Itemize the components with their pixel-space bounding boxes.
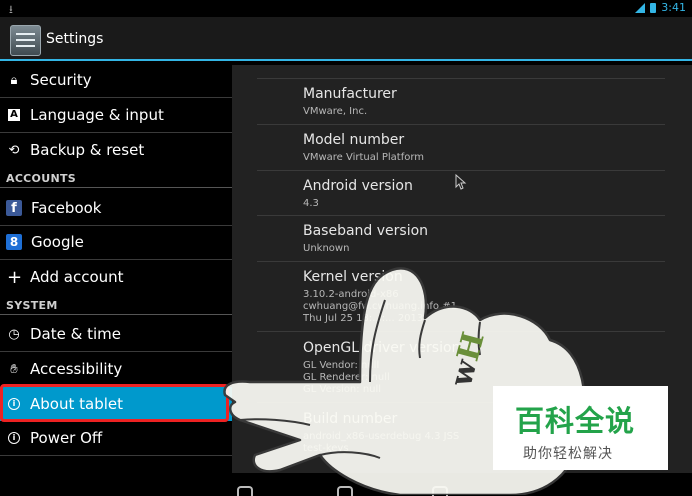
row-summary: 3.10.2-android-x86 — [303, 289, 399, 300]
sidebar-item-label: Backup & reset — [30, 141, 145, 159]
info-icon: i — [8, 398, 20, 410]
sidebar-item-label: Language & input — [30, 106, 164, 124]
sidebar-item-label: Security — [30, 71, 92, 89]
facebook-icon: f — [6, 200, 22, 216]
clock-icon: ◷ — [8, 326, 20, 342]
row-title: Android version — [303, 178, 413, 194]
sidebar-item-label: Power Off — [30, 429, 103, 447]
row-summary: GL Vendor: null — [303, 360, 380, 371]
sidebar-item-label: Date & time — [30, 325, 121, 343]
action-bar: Settings — [0, 17, 692, 61]
row-summary: Unknown — [303, 243, 350, 254]
row-title: Baseband version — [303, 223, 429, 239]
row-title: Kernel version — [303, 269, 403, 285]
sidebar-item-google[interactable]: 8 Google — [0, 225, 232, 259]
sidebar-item-date-time[interactable]: ◷ Date & time — [0, 317, 232, 351]
backup-icon: ⟲ — [8, 142, 20, 158]
battery-icon — [650, 2, 657, 13]
settings-list: 🔒︎ Security A Language & input ⟲ Backup … — [0, 61, 232, 495]
sidebar-item-facebook[interactable]: f Facebook — [0, 191, 232, 225]
sidebar-item-accessibility[interactable]: ✋︎ Accessibility — [0, 352, 232, 386]
row-summary: 4.3 — [303, 198, 319, 209]
sidebar-item-security[interactable]: 🔒︎ Security — [0, 63, 232, 97]
mouse-cursor-icon — [455, 174, 467, 190]
row-summary: GL Renderer: null — [303, 372, 390, 383]
sidebar-item-label: Facebook — [31, 199, 102, 217]
status-icons: 3:41 — [635, 1, 686, 14]
status-bar: ⭳ 3:41 — [0, 0, 692, 17]
google-icon: 8 — [6, 234, 22, 250]
section-header-system: SYSTEM — [6, 299, 58, 312]
row-summary: VMware, Inc. — [303, 106, 368, 117]
sidebar-item-label: Add account — [30, 268, 124, 286]
sidebar-item-power-off[interactable]: i Power Off — [0, 421, 232, 455]
row-summary: test-keys — [303, 443, 349, 454]
row-summary: VMware Virtual Platform — [303, 152, 425, 163]
sidebar-item-language[interactable]: A Language & input — [0, 98, 232, 132]
watermark-main-text: 百科全说 — [515, 404, 636, 438]
row-title: Build number — [303, 411, 398, 427]
lock-icon: 🔒︎ — [10, 72, 18, 88]
info-icon: i — [8, 432, 20, 444]
navigation-bar — [0, 473, 692, 496]
status-time: 3:41 — [661, 1, 686, 14]
sidebar-item-about-tablet[interactable]: i About tablet — [0, 387, 232, 421]
row-summary: cwhuang@fw.cwhuang.info #1 — [303, 301, 457, 312]
watermark-logo: 百科全说 助你轻松解决 — [493, 386, 668, 470]
row-title: OpenGL driver version — [303, 340, 461, 356]
row-title: Manufacturer — [303, 86, 397, 102]
sidebar-item-add-account[interactable]: + Add account — [0, 260, 232, 294]
row-title: Model number — [303, 132, 405, 148]
watermark-sub-text: 助你轻松解决 — [523, 446, 613, 462]
row-summary: Thu Jul 25 18:...:... 2013 — [303, 313, 424, 324]
signal-icon — [635, 2, 646, 13]
app-title: Settings — [46, 31, 104, 47]
section-header-accounts: ACCOUNTS — [6, 172, 76, 185]
sidebar-item-label: About tablet — [30, 395, 123, 413]
settings-icon[interactable] — [10, 25, 41, 56]
sidebar-item-label: Accessibility — [30, 360, 123, 378]
keyboard-icon: A — [8, 109, 20, 121]
row-summary: android_x86-userdebug 4.3 JSS — [303, 431, 460, 442]
hand-icon: ✋︎ — [10, 361, 18, 377]
plus-icon: + — [7, 266, 23, 288]
sidebar-item-label: Google — [31, 233, 84, 251]
row-summary: GL Version: null — [303, 384, 382, 395]
sidebar-item-backup[interactable]: ⟲ Backup & reset — [0, 133, 232, 167]
